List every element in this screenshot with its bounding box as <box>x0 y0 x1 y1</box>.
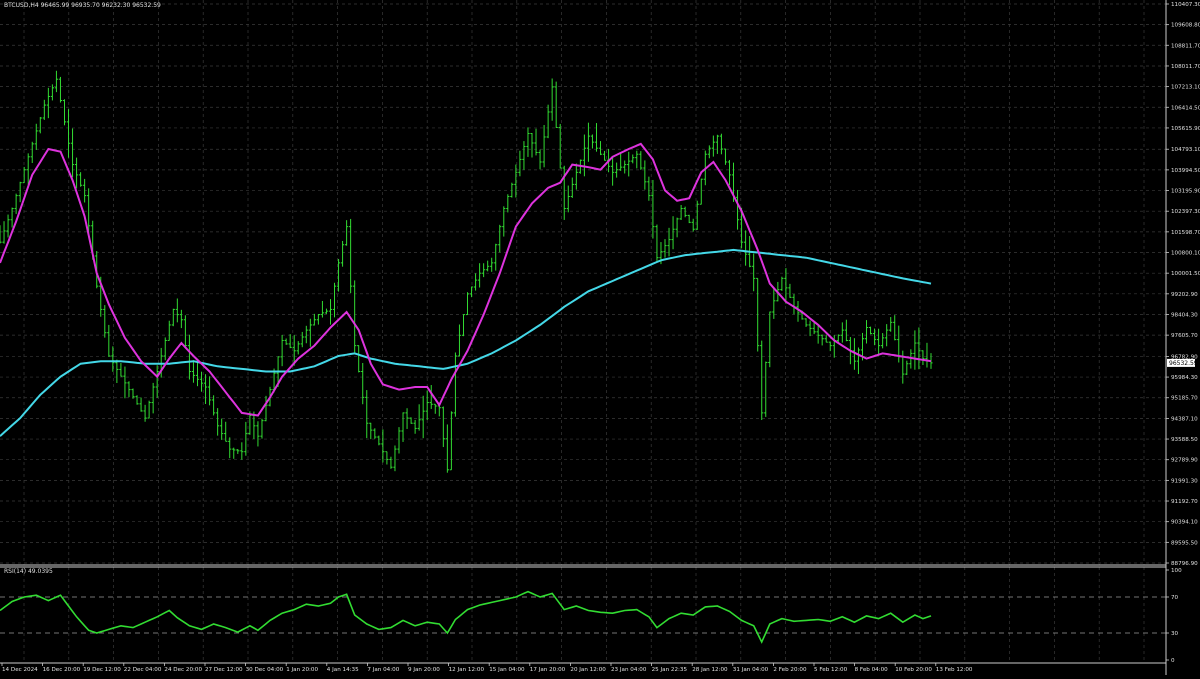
time-tick-label: 7 Jan 04:00 <box>367 667 399 673</box>
price-tick-label: 103994.50 <box>1171 168 1200 174</box>
price-tick-label: 108811.70 <box>1171 43 1200 49</box>
rsi-header: RSI(14) 49.0395 <box>4 568 53 575</box>
symbol-header: BTCUSD,H4 96465.99 96935.70 96232.30 965… <box>4 2 161 9</box>
time-tick-label: 20 Jan 12:00 <box>570 667 606 673</box>
rsi-tick-label: 30 <box>1171 631 1179 637</box>
price-tick-label: 102397.30 <box>1171 209 1200 215</box>
price-tick-label: 104793.10 <box>1171 147 1200 153</box>
price-tick-label: 90394.10 <box>1171 520 1198 526</box>
time-tick-label: 30 Dec 04:00 <box>246 667 284 673</box>
time-tick-label: 12 Jan 12:00 <box>449 667 485 673</box>
price-tick-label: 100800.10 <box>1171 251 1200 257</box>
price-tick-label: 95984.30 <box>1171 375 1198 381</box>
time-tick-label: 10 Feb 20:00 <box>895 667 932 673</box>
time-tick-label: 17 Jan 20:00 <box>530 667 566 673</box>
time-tick-label: 22 Dec 04:00 <box>124 667 162 673</box>
time-tick-label: 24 Dec 20:00 <box>164 667 202 673</box>
price-tick-label: 97605.70 <box>1171 333 1198 339</box>
last-price-tag: 96532.59 <box>1167 358 1198 367</box>
price-tick-label: 88796.90 <box>1171 561 1198 567</box>
time-tick-label: 8 Feb 04:00 <box>855 667 889 673</box>
symbol-timeframe: BTCUSD,H4 <box>4 2 39 9</box>
chart-canvas[interactable]: 110407.30 109608.80 108811.70 108011.70 1072… <box>0 0 1200 675</box>
time-tick-label: 5 Feb 12:00 <box>814 667 848 673</box>
price-tick-label: 100001.50 <box>1171 271 1200 277</box>
price-tick-label: 98404.30 <box>1171 312 1198 318</box>
rsi-tick-label: 0 <box>1171 658 1175 664</box>
time-tick-label: 9 Jan 20:00 <box>408 667 440 673</box>
rsi-title: RSI(14) 49.0395 <box>4 568 53 575</box>
rsi-tick-label: 70 <box>1171 595 1179 601</box>
price-tick-label: 95185.70 <box>1171 396 1198 402</box>
price-tick-label: 108011.70 <box>1171 64 1200 70</box>
time-tick-label: 4 Jan 14:35 <box>327 667 359 673</box>
price-tick-label: 105615.90 <box>1171 126 1200 132</box>
last-price-value: 96532.59 <box>1169 360 1198 367</box>
time-tick-label: 2 Feb 20:00 <box>773 667 807 673</box>
time-tick-label: 19 Dec 12:00 <box>83 667 121 673</box>
price-tick-label: 103195.90 <box>1171 189 1200 195</box>
time-tick-label: 28 Jan 12:00 <box>692 667 728 673</box>
ohlc-values: 96465.99 96935.70 96232.30 96532.59 <box>40 2 161 9</box>
price-tick-label: 107213.10 <box>1171 85 1200 91</box>
price-tick-label: 91991.30 <box>1171 478 1198 484</box>
price-tick-label: 110407.30 <box>1171 2 1200 8</box>
rsi-tick-label: 100 <box>1171 568 1182 574</box>
chart-background <box>0 0 1200 675</box>
time-tick-label: 13 Feb 12:00 <box>936 667 973 673</box>
time-tick-label: 31 Jan 04:00 <box>733 667 769 673</box>
price-tick-label: 106414.50 <box>1171 105 1200 111</box>
time-tick-label: 15 Jan 04:00 <box>489 667 525 673</box>
time-tick-label: 14 Dec 2024 <box>2 667 38 673</box>
price-tick-label: 99202.90 <box>1171 292 1198 298</box>
time-tick-label: 25 Jan 22:35 <box>652 667 688 673</box>
price-tick-label: 92789.90 <box>1171 458 1198 464</box>
price-tick-label: 101598.70 <box>1171 230 1200 236</box>
trading-chart-window[interactable]: 110407.30 109608.80 108811.70 108011.70 1072… <box>0 0 1200 675</box>
price-tick-label: 94387.10 <box>1171 416 1198 422</box>
price-tick-label: 91192.70 <box>1171 499 1198 505</box>
time-tick-label: 27 Dec 12:00 <box>205 667 243 673</box>
time-tick-label: 23 Jan 04:00 <box>611 667 647 673</box>
price-tick-label: 93588.50 <box>1171 437 1198 443</box>
price-tick-label: 89595.50 <box>1171 540 1198 546</box>
time-tick-label: 1 Jan 20:00 <box>286 667 318 673</box>
time-tick-label: 16 Dec 20:00 <box>43 667 81 673</box>
price-tick-label: 109608.80 <box>1171 23 1200 29</box>
